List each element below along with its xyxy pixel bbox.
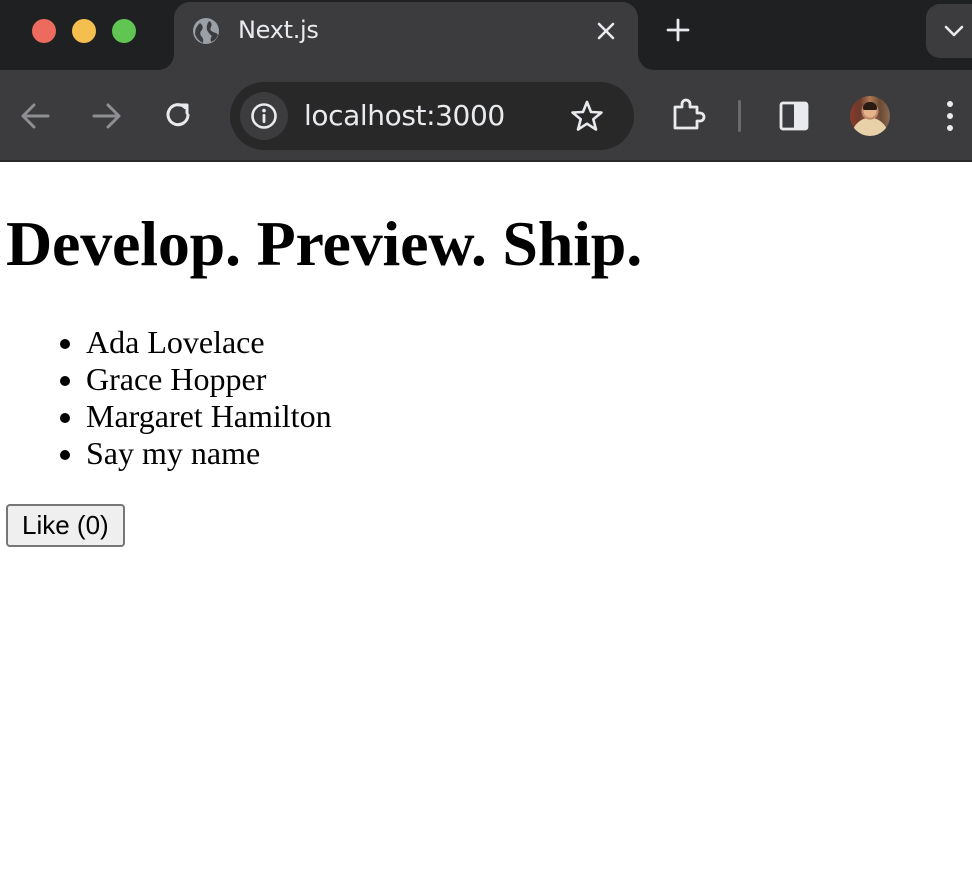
- address-bar[interactable]: localhost:3000: [230, 82, 634, 150]
- window-close-button[interactable]: [32, 19, 56, 43]
- toolbar-divider: [738, 100, 741, 132]
- window-minimize-button[interactable]: [72, 19, 96, 43]
- profile-avatar[interactable]: [850, 96, 890, 136]
- close-icon[interactable]: [594, 19, 618, 43]
- tab-title: Next.js: [238, 16, 319, 44]
- window-maximize-button[interactable]: [112, 19, 136, 43]
- side-panel-icon[interactable]: [778, 100, 810, 132]
- arrow-right-icon[interactable]: [90, 100, 124, 132]
- globe-icon: [193, 18, 219, 44]
- puzzle-icon[interactable]: [668, 96, 706, 134]
- site-info-button[interactable]: [240, 92, 288, 140]
- list-item: Say my name: [86, 435, 332, 472]
- plus-icon[interactable]: [664, 16, 692, 44]
- chevron-down-icon: [944, 25, 964, 37]
- page-content: Develop. Preview. Ship. Ada Lovelace Gra…: [0, 164, 972, 870]
- arrow-left-icon[interactable]: [18, 100, 52, 132]
- info-icon: [251, 103, 277, 129]
- tab-search-button[interactable]: [926, 4, 972, 58]
- list-item: Grace Hopper: [86, 361, 332, 398]
- page-heading: Develop. Preview. Ship.: [6, 208, 642, 279]
- star-icon[interactable]: [570, 99, 604, 133]
- list-item: Margaret Hamilton: [86, 398, 332, 435]
- list-item: Ada Lovelace: [86, 324, 332, 361]
- browser-toolbar: localhost:3000: [0, 70, 972, 162]
- like-button[interactable]: Like (0): [6, 504, 125, 547]
- reload-icon[interactable]: [162, 99, 194, 131]
- url-text[interactable]: localhost:3000: [304, 99, 505, 132]
- kebab-menu-icon[interactable]: [940, 98, 960, 134]
- tab-nextjs[interactable]: Next.js: [174, 2, 638, 70]
- name-list: Ada Lovelace Grace Hopper Margaret Hamil…: [86, 324, 332, 472]
- tab-strip: Next.js: [0, 0, 972, 70]
